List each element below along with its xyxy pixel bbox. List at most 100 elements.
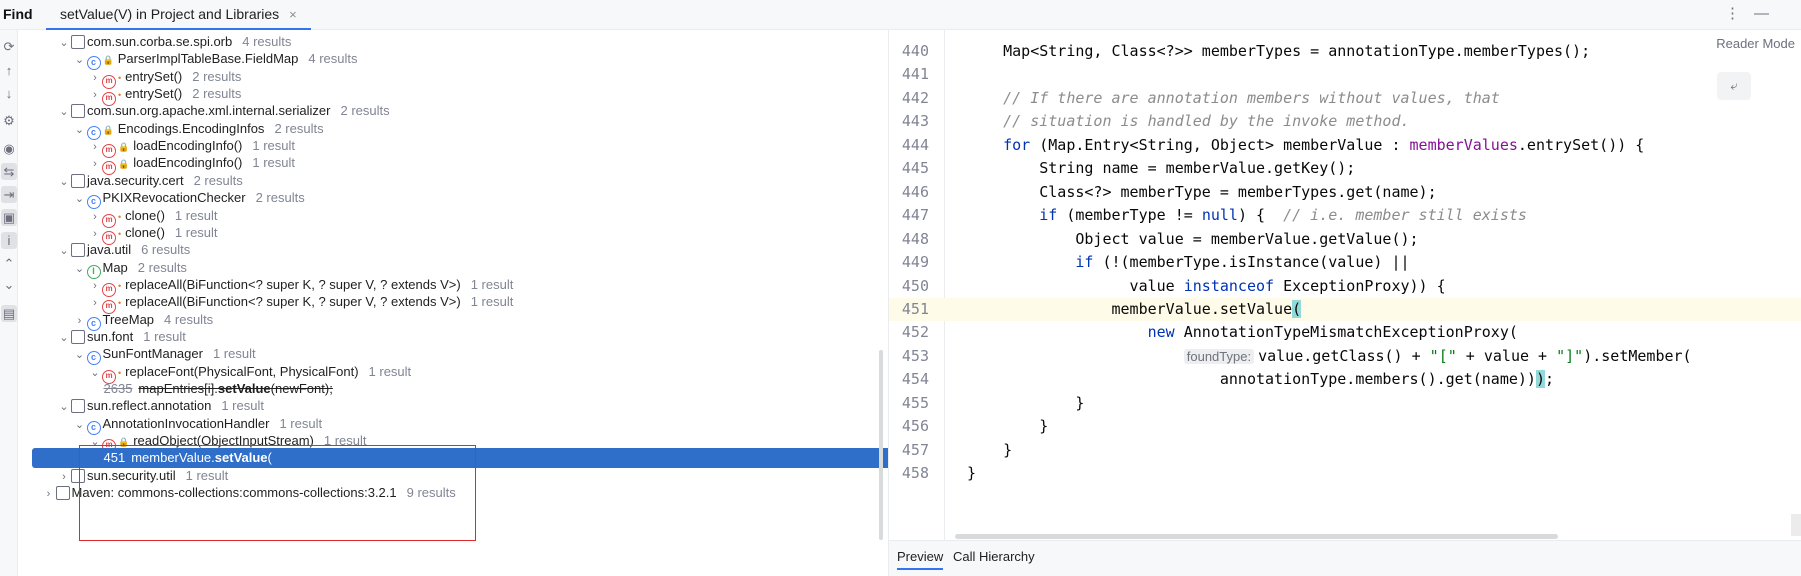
result-count: 4 results xyxy=(242,34,292,49)
preview-eye-icon[interactable]: ◉ xyxy=(1,140,17,157)
result-count: 1 result xyxy=(174,207,218,223)
result-count: 2 results xyxy=(192,86,242,102)
result-count: 1 result xyxy=(252,155,295,171)
code-line[interactable]: 451 memberValue.setValue( xyxy=(889,297,1801,322)
node-label: com.sun.org.apache.xml.internal.serializ… xyxy=(87,103,331,119)
editor-vertical-scrollbar[interactable] xyxy=(1791,514,1801,536)
close-icon[interactable]: × xyxy=(289,7,297,22)
tab-preview[interactable]: Preview xyxy=(897,549,944,570)
result-count: 1 result xyxy=(143,328,186,344)
node-label: readObject(ObjectInputStream) xyxy=(133,433,314,449)
search-results-tree[interactable]: ⌄ com.sun.corba.se.spi.orb 4 results ⌄ c 🔒 Par… xyxy=(22,30,902,576)
node-label: SunFontManager xyxy=(102,346,203,362)
code-text: if (memberType != null) { // i.e. member… xyxy=(1039,206,1527,225)
result-count: 2 results xyxy=(193,172,243,188)
code-line[interactable]: 445 String name = memberValue.getKey(); xyxy=(889,157,1801,180)
rerun-icon[interactable]: ⟳ xyxy=(1,38,17,55)
code-line[interactable]: 450 value instanceof ExceptionProxy)) { xyxy=(889,275,1801,298)
usage-code: memberValue.setValue( xyxy=(131,450,272,466)
tab-call-hierarchy[interactable]: Call Hierarchy xyxy=(953,549,1035,564)
group-by-module-icon[interactable]: ⇆ xyxy=(1,163,17,180)
reader-mode-toggle[interactable]: Reader Mode xyxy=(1712,36,1795,51)
result-count: 1 result xyxy=(212,346,256,362)
navigate-icon[interactable]: ⇥ xyxy=(1,186,17,203)
code-line[interactable]: 443 // situation is handled by the invok… xyxy=(889,110,1801,133)
preview-panel-icon[interactable]: ▤ xyxy=(1,305,17,322)
chevron-right-icon[interactable]: › xyxy=(42,484,56,504)
visibility-icon: • xyxy=(118,72,122,83)
arrow-down-icon[interactable]: ↓ xyxy=(1,85,17,102)
node-label: loadEncodingInfo() xyxy=(133,138,243,154)
preview-tabs: Preview Call Hierarchy xyxy=(889,540,1801,576)
lock-icon: 🔒 xyxy=(118,159,130,170)
line-number: 456 xyxy=(901,417,929,436)
minimize-icon[interactable]: — xyxy=(1754,5,1783,22)
code-preview-editor[interactable]: 440 Map<String, Class<?>> memberTypes = … xyxy=(889,30,1801,540)
usage-line-number: 451 xyxy=(103,450,126,466)
line-number: 451 xyxy=(901,299,929,318)
node-label: replaceFont(PhysicalFont, PhysicalFont) xyxy=(125,363,359,379)
line-number: 453 xyxy=(901,346,929,365)
code-line[interactable]: 453 foundType: value.getClass() + "[" + v… xyxy=(889,345,1801,368)
soft-wrap-icon[interactable]: ⤶ xyxy=(1717,72,1751,100)
visibility-icon: • xyxy=(118,280,122,291)
code-line[interactable]: 440 Map<String, Class<?>> memberTypes = … xyxy=(889,40,1801,63)
code-line[interactable]: 449 if (!(memberType.isInstance(value) |… xyxy=(889,251,1801,274)
visibility-icon: • xyxy=(118,228,122,239)
node-label: AnnotationInvocationHandler xyxy=(102,415,270,431)
code-text: } xyxy=(967,393,1085,412)
expand-all-icon[interactable]: ⌃ xyxy=(1,255,17,272)
editor-horizontal-scrollbar[interactable] xyxy=(955,534,1558,539)
visibility-icon: • xyxy=(118,90,122,101)
code-text: } xyxy=(967,440,1013,459)
code-line[interactable]: 452 new AnnotationTypeMismatchExceptionP… xyxy=(889,321,1801,344)
code-line[interactable]: 456 } xyxy=(889,415,1801,438)
code-text: // situation is handled by the invoke me… xyxy=(1003,112,1410,131)
group-by-package-icon[interactable]: ▣ xyxy=(1,209,17,226)
code-text: String name = memberValue.getKey(); xyxy=(967,159,1356,178)
tab-setvalue-search[interactable]: setValue(V) in Project and Libraries × xyxy=(46,0,311,30)
usage-line-number: 2635 xyxy=(103,381,133,396)
code-line[interactable]: 457 } xyxy=(889,439,1801,462)
result-count: 1 result xyxy=(470,294,514,310)
more-options-icon[interactable]: ⋮ xyxy=(1725,5,1754,22)
code-line[interactable]: 454 annotationType.members().get(name)))… xyxy=(889,368,1801,391)
arrow-up-icon[interactable]: ↑ xyxy=(1,62,17,79)
tree-node-maven[interactable]: › Maven: commons-collections:commons-coll… xyxy=(22,483,900,503)
info-icon[interactable]: i xyxy=(1,232,17,249)
result-count: 1 result xyxy=(174,224,218,240)
result-count: 1 result xyxy=(323,433,367,449)
code-line[interactable]: 442 // If there are annotation members w… xyxy=(889,87,1801,110)
package-icon xyxy=(71,468,85,483)
code-line[interactable]: 458} xyxy=(889,462,1801,485)
package-icon xyxy=(71,329,85,344)
code-text: new AnnotationTypeMismatchExceptionProxy… xyxy=(1147,323,1518,342)
tree-scrollbar[interactable] xyxy=(879,350,883,540)
result-count: 4 results xyxy=(308,51,358,67)
result-count: 2 results xyxy=(255,190,305,206)
visibility-icon: • xyxy=(118,211,122,222)
header-actions: ⋮— xyxy=(1725,4,1783,22)
node-label: Encodings.EncodingInfos xyxy=(117,120,265,136)
code-line[interactable]: 455 } xyxy=(889,392,1801,415)
code-text: if (!(memberType.isInstance(value) || xyxy=(1075,253,1410,272)
code-line[interactable]: 441 xyxy=(889,63,1801,86)
node-label: loadEncodingInfo() xyxy=(133,155,243,171)
line-number: 446 xyxy=(901,182,929,201)
node-label: PKIXRevocationChecker xyxy=(102,190,246,206)
node-label: com.sun.corba.se.spi.orb xyxy=(87,34,233,49)
node-label: entrySet() xyxy=(125,68,183,84)
line-number: 454 xyxy=(901,370,929,389)
code-line[interactable]: 448 Object value = memberValue.getValue(… xyxy=(889,228,1801,251)
code-line[interactable]: 447 if (memberType != null) { // i.e. me… xyxy=(889,204,1801,227)
line-number: 455 xyxy=(901,393,929,412)
code-line[interactable]: 444 for (Map.Entry<String, Object> membe… xyxy=(889,134,1801,157)
result-count: 1 result xyxy=(279,415,323,431)
node-label: sun.font xyxy=(87,328,134,344)
node-label: replaceAll(BiFunction<? super K, ? super… xyxy=(125,276,461,292)
collapse-all-icon[interactable]: ⌄ xyxy=(1,276,17,293)
code-line[interactable]: 446 Class<?> memberType = memberTypes.ge… xyxy=(889,181,1801,204)
code-text: } xyxy=(967,417,1049,436)
lock-icon: 🔒 xyxy=(118,142,130,153)
settings-icon[interactable]: ⚙ xyxy=(1,112,17,129)
